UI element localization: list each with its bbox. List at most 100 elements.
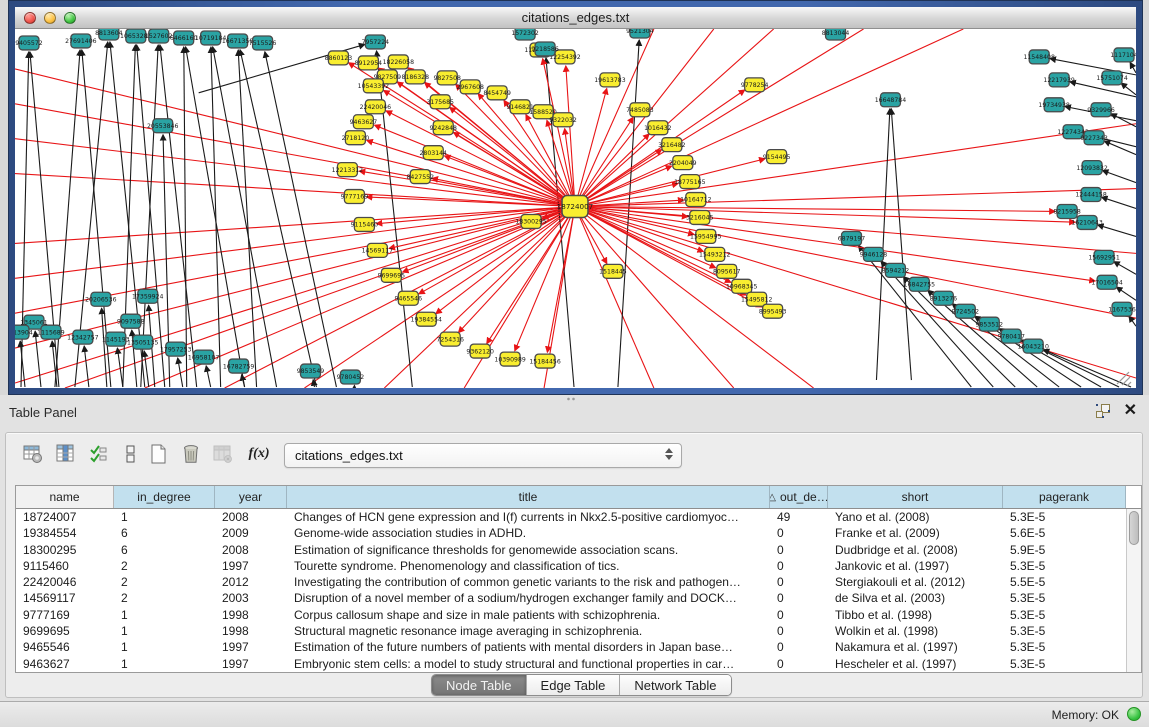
table-cell[interactable]: 5.3E-5 [1003, 623, 1126, 639]
table-cell[interactable]: Embryonic stem cells: a model to study s… [287, 656, 770, 672]
graph-node[interactable]: 10164712 [680, 193, 712, 207]
table-cell[interactable]: 1 [114, 623, 215, 639]
graph-node[interactable]: 16842755 [904, 277, 936, 291]
table-cell[interactable]: 5.3E-5 [1003, 656, 1126, 672]
graph-node[interactable]: 1016432 [644, 121, 672, 135]
graph-node[interactable]: 9780417 [997, 329, 1025, 343]
graph-node[interactable]: 12093832 [1076, 161, 1108, 175]
graph-node[interactable]: 9777169 [341, 190, 369, 204]
table-cell[interactable]: Franke et al. (2009) [828, 525, 1003, 541]
graph-node[interactable]: 8594212 [882, 263, 910, 277]
resize-grip-icon[interactable] [1127, 382, 1131, 386]
table-row[interactable]: 977716911998Corpus callosum shape and si… [16, 607, 1126, 623]
table-cell[interactable]: Hescheler et al. (1997) [828, 656, 1003, 672]
graph-node[interactable]: 11548408 [1023, 50, 1055, 64]
table-cell[interactable]: Nakamura et al. (1997) [828, 639, 1003, 655]
table-cell[interactable]: 0 [770, 607, 828, 623]
table-cell[interactable]: 2003 [215, 590, 287, 606]
graph-node[interactable]: 12342757 [67, 330, 99, 344]
table-cell[interactable]: 19384554 [16, 525, 114, 541]
table-cell[interactable]: Yano et al. (2008) [828, 509, 1003, 525]
graph-node[interactable]: 2803144 [419, 146, 447, 160]
float-panel-icon[interactable] [1096, 404, 1110, 418]
graph-node[interactable]: 8860123 [325, 51, 353, 65]
graph-node[interactable]: 14569117 [362, 243, 394, 257]
graph-node[interactable]: 2967608 [456, 80, 484, 94]
table-cell[interactable]: 9465546 [16, 639, 114, 655]
graph-node[interactable]: 8913276 [930, 291, 958, 305]
graph-node[interactable]: 22420046 [360, 100, 392, 114]
function-builder-icon[interactable]: f(x) [246, 441, 272, 467]
graph-node[interactable]: 8454749 [483, 86, 511, 100]
graph-node[interactable]: 7515526 [249, 36, 277, 50]
table-cell[interactable]: 5.3E-5 [1003, 509, 1126, 525]
table-cell[interactable]: 1 [114, 639, 215, 655]
table-cell[interactable]: 18724007 [16, 509, 114, 525]
graph-node[interactable]: 8813604 [95, 29, 123, 40]
table-cell[interactable]: 5.3E-5 [1003, 590, 1126, 606]
graph-node[interactable]: 9946128 [860, 247, 888, 261]
table-cell[interactable]: 2 [114, 574, 215, 590]
graph-node[interactable]: 9465546 [395, 291, 423, 305]
graph-node[interactable]: 8186328 [402, 70, 430, 84]
select-columns-icon[interactable] [86, 441, 112, 467]
table-cell[interactable]: 0 [770, 623, 828, 639]
column-header-year[interactable]: year [215, 486, 287, 508]
tab-node-table[interactable]: Node Table [432, 675, 527, 695]
table-cell[interactable]: 0 [770, 590, 828, 606]
table-options-icon[interactable] [20, 441, 46, 467]
delete-column-icon[interactable] [178, 441, 204, 467]
column-header-in_degree[interactable]: in_degree [114, 486, 215, 508]
graph-node[interactable]: 13505135 [127, 335, 159, 349]
table-cell[interactable]: Investigating the contribution of common… [287, 574, 770, 590]
graph-node[interactable]: 9521304 [626, 29, 654, 38]
graph-node[interactable]: 9115460 [351, 217, 379, 231]
graph-node[interactable]: 10968345 [726, 279, 758, 293]
graph-node[interactable]: 8095617 [713, 264, 741, 278]
graph-node[interactable]: 2718120 [342, 131, 370, 145]
table-row[interactable]: 1872400712008Changes of HCN gene express… [16, 509, 1126, 525]
column-header-pagerank[interactable]: pagerank [1003, 486, 1126, 508]
table-cell[interactable]: Corpus callosum shape and size in male p… [287, 607, 770, 623]
table-header-row[interactable]: namein_degreeyeartitle△out_de…shortpager… [16, 486, 1141, 509]
network-window-titlebar[interactable]: citations_edges.txt [15, 7, 1136, 29]
graph-node[interactable]: 6466160 [170, 31, 198, 45]
table-cell[interactable]: 0 [770, 574, 828, 590]
graph-node[interactable]: 7957224 [362, 35, 390, 49]
table-cell[interactable]: Stergiakouli et al. (2012) [828, 574, 1003, 590]
graph-node[interactable]: 9827508 [433, 71, 461, 85]
graph-node[interactable]: 18775165 [674, 175, 706, 189]
table-row[interactable]: 911546021997Tourette syndrome. Phenomeno… [16, 558, 1126, 574]
table-cell[interactable]: 1 [114, 509, 215, 525]
graph-node[interactable]: 8427552 [407, 170, 435, 184]
table-cell[interactable]: 0 [770, 525, 828, 541]
graph-node[interactable]: 9242848 [429, 121, 457, 135]
table-row[interactable]: 1830029562008Estimation of significance … [16, 542, 1126, 558]
graph-node[interactable]: 9362120 [466, 344, 494, 358]
graph-node[interactable]: 9780452 [337, 370, 365, 384]
table-cell[interactable]: 5.5E-5 [1003, 574, 1126, 590]
table-cell[interactable]: 2009 [215, 525, 287, 541]
network-canvas[interactable]: 8860123891295418226058982750981863289827… [15, 29, 1136, 388]
column-header-name[interactable]: name [16, 486, 114, 508]
table-cell[interactable]: 1997 [215, 639, 287, 655]
table-cell[interactable]: 1998 [215, 623, 287, 639]
graph-node[interactable]: 9778254 [741, 78, 769, 92]
graph-node[interactable]: 2204049 [669, 156, 697, 170]
table-cell[interactable]: 1 [114, 607, 215, 623]
graph-node[interactable]: 8813044 [822, 29, 850, 40]
graph-node[interactable]: 9097588 [117, 314, 145, 328]
graph-node[interactable]: 27691406 [65, 34, 97, 48]
table-row[interactable]: 946554611997Estimation of the future num… [16, 639, 1126, 655]
table-cell[interactable]: Jankovic et al. (1997) [828, 558, 1003, 574]
table-row[interactable]: 1938455462009Genome-wide association stu… [16, 525, 1126, 541]
table-cell[interactable]: 1997 [215, 558, 287, 574]
graph-node[interactable]: 9218586 [531, 42, 559, 56]
table-cell[interactable]: 14569117 [16, 590, 114, 606]
table-cell[interactable]: 49 [770, 509, 828, 525]
column-header-title[interactable]: title [287, 486, 770, 508]
table-cell[interactable]: 6 [114, 525, 215, 541]
graph-node[interactable]: 10390989 [494, 352, 526, 366]
graph-node[interactable]: 12217939 [1043, 73, 1075, 87]
graph-node[interactable]: 3216482 [658, 138, 686, 152]
